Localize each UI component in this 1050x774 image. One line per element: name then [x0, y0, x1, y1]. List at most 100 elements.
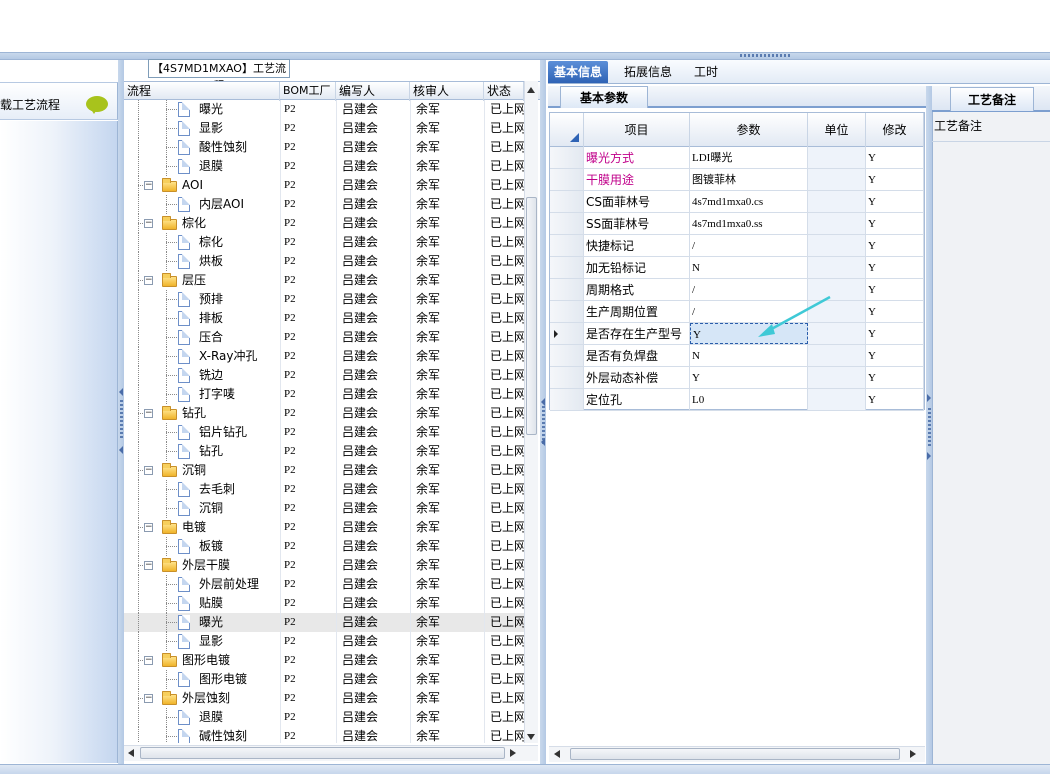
param-item-cell[interactable]: 是否有负焊盘 — [584, 345, 690, 366]
tree-row[interactable]: 铣边 P2 吕建会 余军 已上网 — [124, 366, 524, 385]
param-value-cell[interactable]: L0 — [690, 389, 808, 410]
param-row[interactable]: CS面菲林号 4s7md1mxa0.cs Y — [550, 191, 924, 213]
param-unit-cell[interactable] — [808, 345, 866, 366]
tree-row[interactable]: 压合 P2 吕建会 余军 已上网 — [124, 328, 524, 347]
param-unit-cell[interactable] — [808, 257, 866, 278]
param-item-cell[interactable]: 生产周期位置 — [584, 301, 690, 322]
tree-row[interactable]: − 棕化 P2 吕建会 余军 已上网 — [124, 214, 524, 233]
row-indicator[interactable] — [550, 147, 584, 168]
param-row[interactable]: 加无铅标记 N Y — [550, 257, 924, 279]
collapse-toggle-icon[interactable]: − — [144, 523, 153, 532]
splitter-grip-icon[interactable] — [740, 54, 790, 57]
row-indicator[interactable] — [550, 191, 584, 212]
param-unit-cell[interactable] — [808, 191, 866, 212]
param-modify-cell[interactable]: Y — [866, 367, 924, 388]
param-modify-cell[interactable]: Y — [866, 235, 924, 256]
column-header-param[interactable]: 参数 — [690, 113, 808, 147]
tree-row[interactable]: − AOI P2 吕建会 余军 已上网 — [124, 176, 524, 195]
row-indicator[interactable] — [550, 301, 584, 322]
row-indicator[interactable] — [550, 367, 584, 388]
column-header-modify[interactable]: 修改 — [866, 113, 924, 147]
tree-row[interactable]: − 层压 P2 吕建会 余军 已上网 — [124, 271, 524, 290]
collapse-toggle-icon[interactable]: − — [144, 276, 153, 285]
collapse-toggle-icon[interactable]: − — [144, 219, 153, 228]
scroll-left-arrow-icon[interactable] — [554, 750, 560, 758]
param-unit-cell[interactable] — [808, 213, 866, 234]
collapse-left-arrow-icon[interactable] — [119, 388, 123, 396]
param-modify-cell[interactable]: Y — [866, 213, 924, 234]
param-unit-cell[interactable] — [808, 389, 866, 410]
tree-row[interactable]: − 图形电镀 P2 吕建会 余军 已上网 — [124, 651, 524, 670]
tree-row[interactable]: 酸性蚀刻 P2 吕建会 余军 已上网 — [124, 138, 524, 157]
param-item-cell[interactable]: 周期格式 — [584, 279, 690, 300]
tree-row[interactable]: 棕化 P2 吕建会 余军 已上网 — [124, 233, 524, 252]
param-row[interactable]: 生产周期位置 / Y — [550, 301, 924, 323]
tree-row[interactable]: 内层AOI P2 吕建会 余军 已上网 — [124, 195, 524, 214]
tree-row[interactable]: 退膜 P2 吕建会 余军 已上网 — [124, 157, 524, 176]
tree-row[interactable]: 去毛刺 P2 吕建会 余军 已上网 — [124, 480, 524, 499]
tab-process-notes[interactable]: 工艺备注 — [950, 87, 1034, 111]
tab-extended-info[interactable]: 拓展信息 — [618, 61, 678, 83]
param-value-cell[interactable]: 图镀菲林 — [690, 169, 808, 190]
collapse-left-arrow-icon[interactable] — [541, 438, 545, 446]
param-value-cell[interactable]: 4s7md1mxa0.cs — [690, 191, 808, 212]
tree-row[interactable]: 钻孔 P2 吕建会 余军 已上网 — [124, 442, 524, 461]
tree-row[interactable]: 打字唛 P2 吕建会 余军 已上网 — [124, 385, 524, 404]
tree-row[interactable]: 显影 P2 吕建会 余军 已上网 — [124, 119, 524, 138]
param-modify-cell[interactable]: Y — [866, 147, 924, 168]
param-value-cell[interactable]: / — [690, 235, 808, 256]
column-header-unit[interactable]: 单位 — [808, 113, 866, 147]
load-process-flow-title[interactable]: 载工艺流程 — [0, 96, 60, 113]
param-modify-cell[interactable]: Y — [866, 191, 924, 212]
collapse-right-arrow-icon[interactable] — [927, 394, 931, 402]
param-row[interactable]: SS面菲林号 4s7md1mxa0.ss Y — [550, 213, 924, 235]
param-unit-cell[interactable] — [808, 367, 866, 388]
param-value-cell[interactable]: Y — [690, 367, 808, 388]
tab-basic-params[interactable]: 基本参数 — [560, 86, 648, 108]
collapse-left-arrow-icon[interactable] — [541, 398, 545, 406]
scroll-right-arrow-icon[interactable] — [910, 750, 916, 758]
param-item-cell[interactable]: 曝光方式 — [584, 147, 690, 168]
column-header-reviewer[interactable]: 核审人 — [410, 82, 484, 101]
row-indicator[interactable] — [550, 389, 584, 410]
scroll-down-arrow-icon[interactable] — [527, 734, 535, 740]
param-horizontal-scroll-thumb[interactable] — [570, 748, 900, 760]
tree-row[interactable]: 外层前处理 P2 吕建会 余军 已上网 — [124, 575, 524, 594]
param-modify-cell[interactable]: Y — [866, 301, 924, 322]
tree-row[interactable]: 贴膜 P2 吕建会 余军 已上网 — [124, 594, 524, 613]
param-item-cell[interactable]: 加无铅标记 — [584, 257, 690, 278]
collapse-toggle-icon[interactable]: − — [144, 694, 153, 703]
tree-horizontal-scroll-thumb[interactable] — [140, 747, 505, 759]
collapse-toggle-icon[interactable]: − — [144, 181, 153, 190]
collapse-toggle-icon[interactable]: − — [144, 409, 153, 418]
param-value-cell[interactable]: LDI曝光 — [690, 147, 808, 168]
scroll-right-arrow-icon[interactable] — [510, 749, 516, 757]
param-value-cell[interactable]: N — [690, 257, 808, 278]
param-row[interactable]: 曝光方式 LDI曝光 Y — [550, 147, 924, 169]
tree-row[interactable]: 曝光 P2 吕建会 余军 已上网 — [124, 613, 524, 632]
tab-work-hours[interactable]: 工时 — [688, 61, 724, 83]
row-indicator[interactable] — [550, 345, 584, 366]
param-item-cell[interactable]: 是否存在生产型号 — [584, 323, 690, 344]
collapse-right-arrow-icon[interactable] — [927, 452, 931, 460]
splitter-grip-icon[interactable] — [928, 408, 931, 448]
row-indicator[interactable] — [550, 235, 584, 256]
tree-row[interactable]: 板镀 P2 吕建会 余军 已上网 — [124, 537, 524, 556]
row-indicator[interactable] — [550, 323, 584, 344]
param-item-cell[interactable]: 外层动态补偿 — [584, 367, 690, 388]
column-header-status[interactable]: 状态 — [484, 82, 524, 101]
param-row[interactable]: 周期格式 / Y — [550, 279, 924, 301]
tree-row[interactable]: 沉铜 P2 吕建会 余军 已上网 — [124, 499, 524, 518]
column-header-flow[interactable]: 流程 — [124, 82, 280, 101]
param-value-cell[interactable]: 4s7md1mxa0.ss — [690, 213, 808, 234]
tree-row[interactable]: 排板 P2 吕建会 余军 已上网 — [124, 309, 524, 328]
tree-row[interactable]: 图形电镀 P2 吕建会 余军 已上网 — [124, 670, 524, 689]
param-item-cell[interactable]: 快捷标记 — [584, 235, 690, 256]
param-row[interactable]: 是否存在生产型号 Y Y — [550, 323, 924, 345]
param-item-cell[interactable]: 定位孔 — [584, 389, 690, 410]
param-modify-cell[interactable]: Y — [866, 169, 924, 190]
tree-row[interactable]: 铝片钻孔 P2 吕建会 余军 已上网 — [124, 423, 524, 442]
row-indicator[interactable] — [550, 279, 584, 300]
splitter-grip-icon[interactable] — [120, 400, 123, 440]
param-item-cell[interactable]: SS面菲林号 — [584, 213, 690, 234]
